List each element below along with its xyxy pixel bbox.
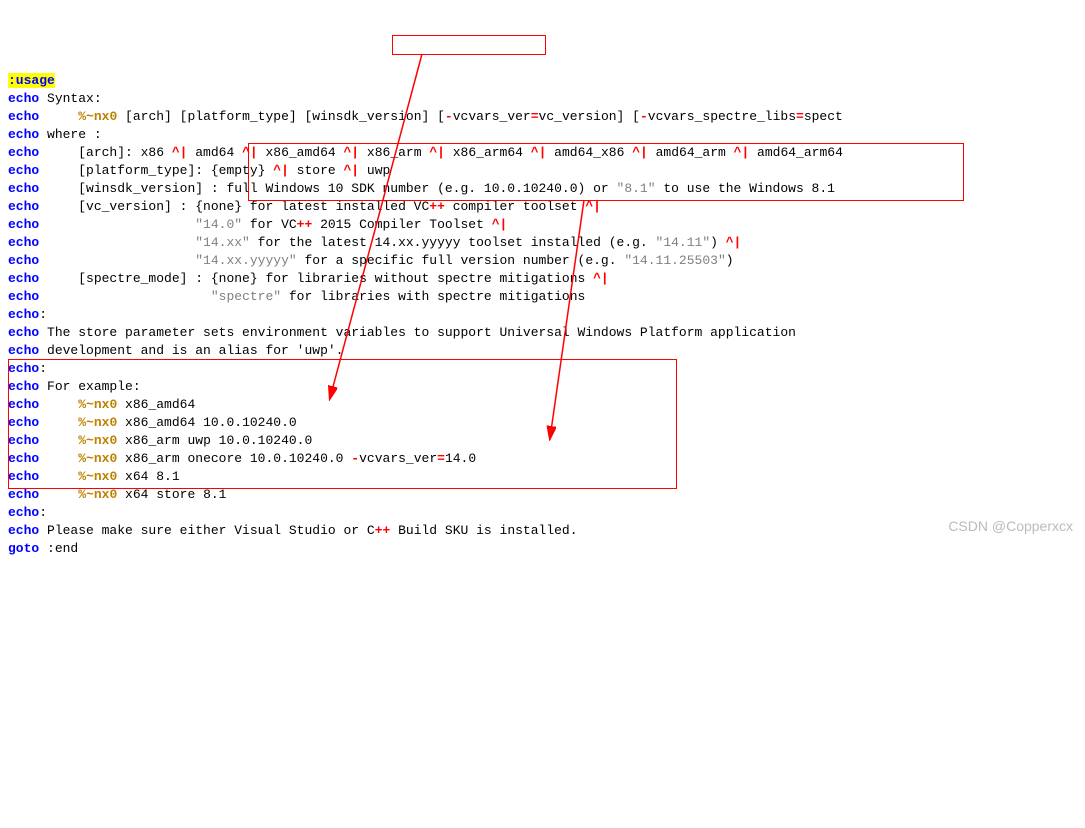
kw-echo: echo <box>8 397 39 412</box>
label-usage: :usage <box>8 73 55 88</box>
kw-echo: echo <box>8 253 39 268</box>
kw-echo: echo <box>8 289 39 304</box>
kw-echo: echo <box>8 343 39 358</box>
kw-echo: echo <box>8 181 39 196</box>
kw-echo: echo <box>8 505 39 520</box>
kw-echo: echo <box>8 235 39 250</box>
text: Syntax: <box>39 91 101 106</box>
kw-echo: echo <box>8 163 39 178</box>
kw-echo: echo <box>8 379 39 394</box>
kw-echo: echo <box>8 433 39 448</box>
kw-echo: echo <box>8 469 39 484</box>
kw-echo: echo <box>8 127 39 142</box>
kw-echo: echo <box>8 415 39 430</box>
kw-echo: echo <box>8 451 39 466</box>
kw-echo: echo <box>8 325 39 340</box>
kw-echo: echo <box>8 487 39 502</box>
code-block: :usage echo Syntax: echo %~nx0 [arch] [p… <box>0 72 1085 558</box>
kw-echo: echo <box>8 217 39 232</box>
kw-echo: echo <box>8 199 39 214</box>
kw-echo: echo <box>8 91 39 106</box>
var-nx0: %~nx0 <box>78 109 117 124</box>
kw-echo: echo <box>8 145 39 160</box>
kw-echo: echo <box>8 307 39 322</box>
kw-echo: echo <box>8 271 39 286</box>
kw-goto: goto <box>8 541 39 556</box>
kw-echo: echo <box>8 109 39 124</box>
annotation-box-winsdk <box>392 35 546 55</box>
kw-echo: echo <box>8 361 39 376</box>
kw-echo: echo <box>8 523 39 538</box>
